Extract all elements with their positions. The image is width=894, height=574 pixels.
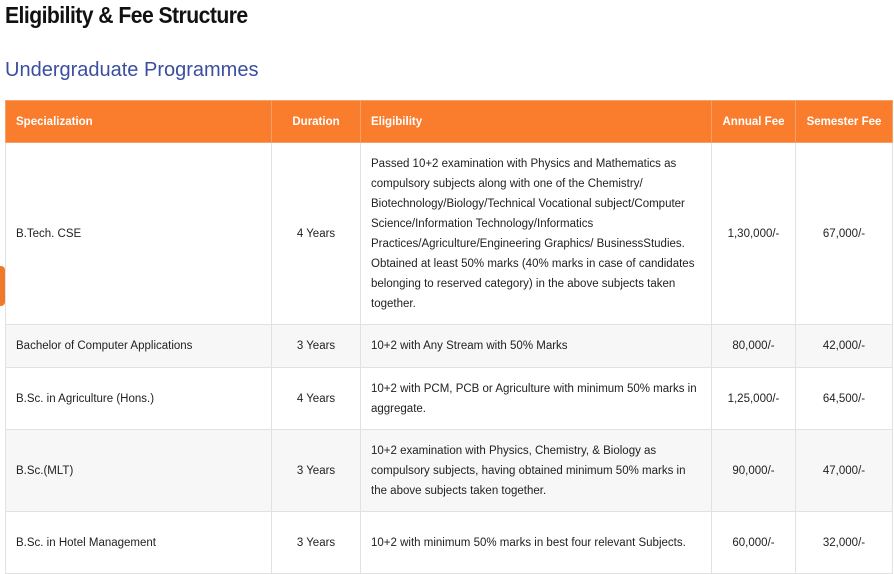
cell-annual-fee: 1,25,000/- bbox=[711, 367, 796, 430]
table-row: B.Sc.(MLT) 3 Years 10+2 examination with… bbox=[5, 429, 893, 512]
table-row: Bachelor of Computer Applications 3 Year… bbox=[5, 324, 893, 368]
header-specialization: Specialization bbox=[5, 100, 272, 143]
cell-annual-fee: 1,30,000/- bbox=[711, 142, 796, 325]
fee-table: Specialization Duration Eligibility Annu… bbox=[5, 100, 893, 574]
header-annual-fee: Annual Fee bbox=[711, 100, 796, 143]
cell-eligibility: Passed 10+2 examination with Physics and… bbox=[360, 142, 712, 325]
section-title: Undergraduate Programmes bbox=[5, 59, 259, 81]
cell-eligibility: 10+2 examination with Physics, Chemistry… bbox=[360, 429, 712, 512]
cell-eligibility: 10+2 with PCM, PCB or Agriculture with m… bbox=[360, 367, 712, 430]
cell-duration: 3 Years bbox=[271, 511, 361, 574]
cell-annual-fee: 60,000/- bbox=[711, 511, 796, 574]
cell-annual-fee: 90,000/- bbox=[711, 429, 796, 512]
cell-semester-fee: 32,000/- bbox=[795, 511, 893, 574]
table-header-row: Specialization Duration Eligibility Annu… bbox=[5, 100, 893, 143]
cell-specialization: Bachelor of Computer Applications bbox=[5, 324, 272, 368]
cell-duration: 4 Years bbox=[271, 367, 361, 430]
cell-duration: 3 Years bbox=[271, 324, 361, 368]
cell-eligibility: 10+2 with Any Stream with 50% Marks bbox=[360, 324, 712, 368]
cell-eligibility: 10+2 with minimum 50% marks in best four… bbox=[360, 511, 712, 574]
cell-semester-fee: 64,500/- bbox=[795, 367, 893, 430]
cell-duration: 3 Years bbox=[271, 429, 361, 512]
header-eligibility: Eligibility bbox=[360, 100, 712, 143]
cell-duration: 4 Years bbox=[271, 142, 361, 325]
table-row: B.Sc. in Hotel Management 3 Years 10+2 w… bbox=[5, 511, 893, 574]
cell-annual-fee: 80,000/- bbox=[711, 324, 796, 368]
header-semester-fee: Semester Fee bbox=[795, 100, 893, 143]
table-row: B.Tech. CSE 4 Years Passed 10+2 examinat… bbox=[5, 142, 893, 325]
cell-semester-fee: 47,000/- bbox=[795, 429, 893, 512]
page-title: Eligibility & Fee Structure bbox=[5, 2, 248, 28]
header-duration: Duration bbox=[271, 100, 361, 143]
cell-specialization: B.Sc. in Agriculture (Hons.) bbox=[5, 367, 272, 430]
cell-semester-fee: 67,000/- bbox=[795, 142, 893, 325]
cell-specialization: B.Tech. CSE bbox=[5, 142, 272, 325]
cell-specialization: B.Sc. in Hotel Management bbox=[5, 511, 272, 574]
table-row: B.Sc. in Agriculture (Hons.) 4 Years 10+… bbox=[5, 367, 893, 430]
cell-semester-fee: 42,000/- bbox=[795, 324, 893, 368]
cell-specialization: B.Sc.(MLT) bbox=[5, 429, 272, 512]
